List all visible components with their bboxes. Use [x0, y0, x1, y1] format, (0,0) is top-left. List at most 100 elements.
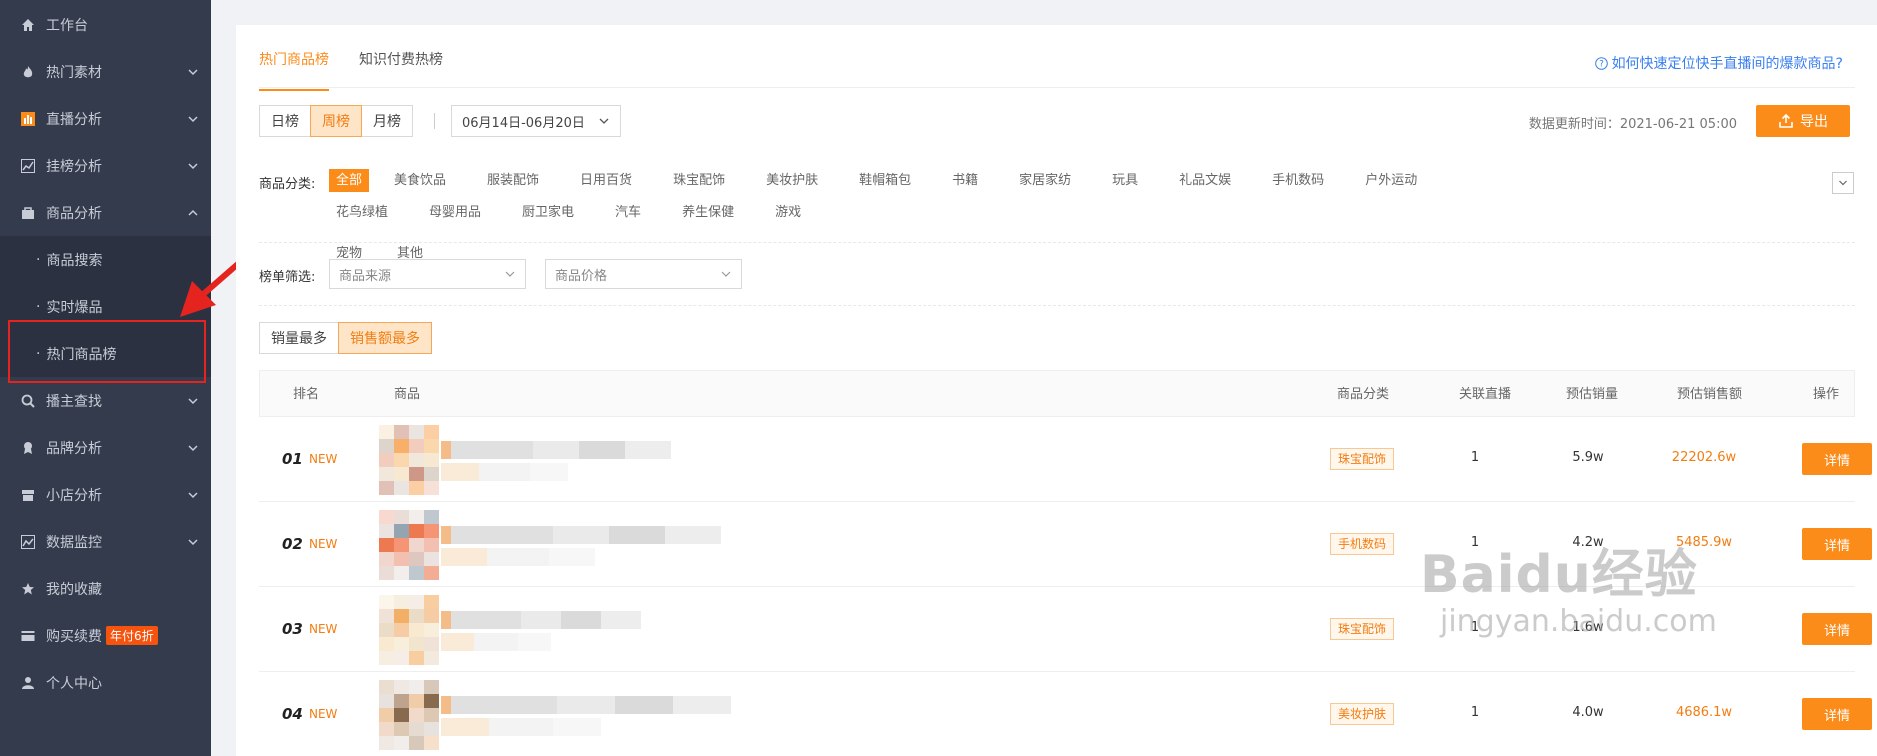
price-select-placeholder: 商品价格	[555, 268, 608, 284]
sidebar-item-label: 播主查找	[46, 393, 102, 410]
product-thumbnail-blurred[interactable]	[379, 595, 641, 665]
sidebar-item-data-monitor[interactable]: 数据监控	[0, 518, 211, 565]
svg-text:?: ?	[1599, 59, 1604, 69]
line-chart-icon	[20, 158, 36, 174]
detail-button[interactable]: 详情	[1802, 613, 1872, 645]
sidebar-item-workbench[interactable]: 工作台	[0, 1, 211, 48]
thumb-pixel	[394, 467, 409, 481]
blurred-title-text	[441, 548, 595, 566]
header-sales: 预估销量	[1566, 387, 1619, 402]
category-14[interactable]: 母婴用品	[422, 201, 488, 224]
detail-button[interactable]: 详情	[1802, 698, 1872, 730]
category-11[interactable]: 手机数码	[1265, 169, 1331, 192]
sidebar-item-profile[interactable]: 个人中心	[0, 659, 211, 706]
export-button[interactable]: 导出	[1756, 105, 1850, 137]
revenue-value: 4686.1w	[1675, 705, 1733, 720]
category-18[interactable]: 游戏	[768, 201, 808, 224]
product-thumbnail-blurred[interactable]	[379, 425, 671, 495]
detail-button[interactable]: 详情	[1802, 443, 1872, 475]
sidebar-item-hot-material[interactable]: 热门素材	[0, 48, 211, 95]
category-2[interactable]: 服装配饰	[480, 169, 546, 192]
thumb-pixel	[424, 623, 439, 637]
category-7[interactable]: 书籍	[945, 169, 985, 192]
divider	[434, 113, 435, 129]
category-5[interactable]: 美妆护肤	[759, 169, 825, 192]
blurred-title-text	[441, 633, 551, 651]
sidebar-item-label: 小店分析	[46, 487, 102, 504]
category-3[interactable]: 日用百货	[573, 169, 639, 192]
sidebar-item-label: 购买续费	[46, 628, 102, 645]
category-13[interactable]: 花鸟绿植	[329, 201, 395, 224]
category-4[interactable]: 珠宝配饰	[666, 169, 732, 192]
chevron-down-icon	[188, 444, 198, 451]
tab-hot-products[interactable]: 热门商品榜	[259, 49, 329, 91]
category-expand-button[interactable]	[1832, 172, 1854, 194]
sidebar-item-favorites[interactable]: 我的收藏	[0, 565, 211, 612]
sidebar-item-label: 工作台	[46, 17, 88, 34]
thumb-pixel	[394, 453, 409, 467]
thumb-pixel	[409, 736, 424, 750]
product-thumbnail-blurred[interactable]	[379, 680, 731, 750]
thumb-pixel	[409, 467, 424, 481]
thumb-pixel	[424, 680, 439, 694]
detail-button[interactable]: 详情	[1802, 528, 1872, 560]
period-week-button[interactable]: 周榜	[310, 105, 362, 137]
thumb-pixel	[409, 623, 424, 637]
category-6[interactable]: 鞋帽箱包	[852, 169, 918, 192]
help-link[interactable]: ? 如何快速定位快手直播间的爆款商品?	[1594, 53, 1843, 73]
rank-number: 02	[282, 535, 303, 553]
sidebar-item-brand-analysis[interactable]: 品牌分析	[0, 424, 211, 471]
thumb-pixel	[379, 453, 394, 467]
thumb-pixel	[424, 609, 439, 623]
period-toggle: 日榜 周榜 月榜	[259, 105, 413, 137]
sort-revenue-button[interactable]: 销售额最多	[338, 322, 432, 354]
category-16[interactable]: 汽车	[608, 201, 648, 224]
chevron-down-icon	[188, 397, 198, 404]
export-label: 导出	[1800, 114, 1828, 130]
period-month-button[interactable]: 月榜	[361, 105, 413, 137]
source-select[interactable]: 商品来源	[329, 259, 526, 289]
thumb-pixel	[424, 538, 439, 552]
filter-label: 榜单筛选:	[259, 270, 316, 285]
blurred-title-text	[441, 441, 671, 459]
thumb-pixel	[394, 623, 409, 637]
category-9[interactable]: 玩具	[1105, 169, 1145, 192]
category-0[interactable]: 全部	[329, 169, 370, 192]
sidebar-item-label: 数据监控	[46, 534, 102, 551]
thumb-pixel	[409, 425, 424, 439]
sidebar-item-streamer-search[interactable]: 播主查找	[0, 377, 211, 424]
sort-sales-button[interactable]: 销量最多	[259, 322, 339, 354]
sidebar-item-ranking-analysis[interactable]: 挂榜分析	[0, 142, 211, 189]
thumb-pixel	[424, 595, 439, 609]
category-10[interactable]: 礼品文娱	[1172, 169, 1238, 192]
discount-badge: 年付6折	[106, 626, 158, 645]
category-17[interactable]: 养生保健	[675, 201, 741, 224]
sales-value: 5.9w	[1572, 450, 1604, 465]
date-range-value: 06月14日-06月20日	[462, 115, 585, 131]
thumb-pixel	[394, 595, 409, 609]
chevron-down-icon	[188, 162, 198, 169]
sidebar-item-renew[interactable]: 购买续费 年付6折	[0, 612, 211, 659]
divider	[259, 305, 1855, 306]
thumb-pixel	[409, 651, 424, 665]
sidebar-item-shop-analysis[interactable]: 小店分析	[0, 471, 211, 518]
price-select[interactable]: 商品价格	[545, 259, 742, 289]
thumb-pixel	[409, 439, 424, 453]
header-revenue: 预估销售额	[1677, 387, 1743, 402]
category-15[interactable]: 厨卫家电	[515, 201, 581, 224]
sidebar-item-live-analysis[interactable]: 直播分析	[0, 95, 211, 142]
table-row: 03 NEW 珠宝配饰 1 1.6w 详情	[259, 587, 1872, 672]
thumb-pixel	[424, 467, 439, 481]
thumb-pixel	[424, 708, 439, 722]
product-thumbnail-blurred[interactable]	[379, 510, 721, 580]
category-1[interactable]: 美食饮品	[387, 169, 453, 192]
thumb-pixel	[424, 439, 439, 453]
category-8[interactable]: 家居家纺	[1012, 169, 1078, 192]
category-12[interactable]: 户外运动	[1358, 169, 1424, 192]
date-range-picker[interactable]: 06月14日-06月20日	[451, 105, 621, 137]
thumb-pixel	[424, 524, 439, 538]
revenue-value: 5485.9w	[1675, 535, 1733, 550]
thumb-pixel	[394, 566, 409, 580]
tab-knowledge-paid[interactable]: 知识付费热榜	[359, 49, 443, 91]
period-day-button[interactable]: 日榜	[259, 105, 311, 137]
